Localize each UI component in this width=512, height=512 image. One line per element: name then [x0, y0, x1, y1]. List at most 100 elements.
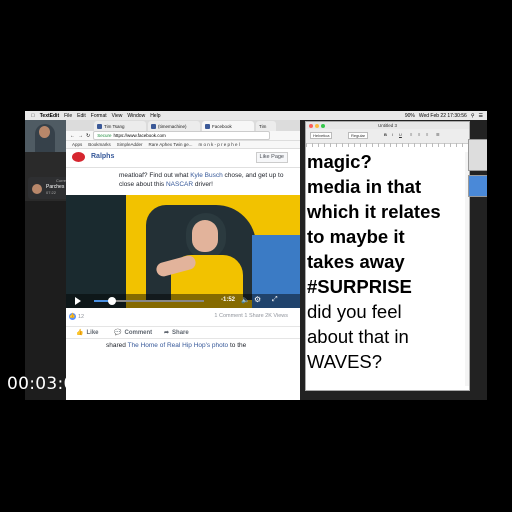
shared-photo-link[interactable]: The Home of Real Hip Hop's photo	[128, 342, 229, 349]
align-right-icon[interactable]: ≡	[426, 132, 428, 137]
apple-icon[interactable]: 	[31, 113, 35, 119]
text-line: magic?	[307, 151, 372, 172]
underline-icon[interactable]: U	[399, 132, 402, 137]
caller-face	[39, 126, 50, 138]
back-icon[interactable]: ←	[70, 133, 75, 139]
facebook-icon	[151, 123, 156, 129]
close-icon[interactable]	[309, 124, 313, 128]
left-dark-panel	[25, 201, 66, 400]
caller-avatar	[32, 184, 42, 194]
align-left-icon[interactable]: ≡	[410, 132, 412, 137]
post-stats: 1 Comment 1 Share 2K Views	[214, 313, 288, 319]
play-icon[interactable]	[75, 297, 81, 305]
share-count[interactable]: 1 Share	[244, 313, 263, 319]
kyle-busch-link[interactable]: Kyle Busch	[190, 172, 223, 179]
facebook-page: Ralphs Like Page meatloaf? Find out what…	[66, 149, 300, 400]
clock-label[interactable]: Wed Feb 22 17:30:56	[419, 113, 467, 119]
forward-icon[interactable]: →	[78, 133, 83, 139]
url-field[interactable]: Secure https://www.facebook.com	[93, 131, 270, 140]
comment-count[interactable]: 1 Comment	[214, 313, 242, 319]
post-text: meatloaf? Find out what Kyle Busch chose…	[119, 172, 284, 188]
reactions-row: 👍 12 1 Comment 1 Share 2K Views	[66, 312, 300, 321]
list-icon[interactable]: ☰	[436, 132, 440, 137]
textedit-ruler[interactable]	[306, 143, 469, 147]
url-text: https://www.facebook.com	[113, 133, 166, 138]
chrome-browser-window: Tim Tsang (timemachine) Facebook Tim ← →…	[66, 120, 300, 400]
browser-tab-strip: Tim Tsang (timemachine) Facebook Tim	[66, 120, 300, 131]
page-name[interactable]: Ralphs	[91, 153, 114, 160]
mac-menubar:  TextEdit File Edit Format View Window …	[25, 111, 487, 120]
like-button[interactable]: 👍 Like	[76, 329, 99, 337]
bookmark-simpleadder[interactable]: SimpleAdder	[117, 142, 143, 147]
video-progress-knob[interactable]	[107, 297, 116, 305]
desktop-screen:  TextEdit File Edit Format View Window …	[25, 111, 487, 400]
side-window-thumbnail[interactable]	[468, 139, 487, 171]
text-line: media in that	[307, 176, 422, 197]
share-button[interactable]: ➦ Share	[164, 329, 189, 337]
post-actions: 👍 Like 💬 Comment ➦ Share	[66, 326, 300, 339]
video-progress-bar[interactable]	[94, 297, 204, 305]
menu-view[interactable]: View	[112, 113, 123, 119]
video-timecode: 00:03:02;24	[7, 374, 115, 394]
menubar-status: 90% Wed Feb 22 17:30:56 ⚲ ☰	[405, 111, 483, 120]
bookmarks-bar: Apps Bookmarks SimpleAdder Rare Aphex Tw…	[66, 141, 300, 149]
driver-face	[192, 220, 218, 252]
bookmark-aphex-twin[interactable]: Rare Aphex Twin ge...	[149, 142, 193, 147]
bold-icon[interactable]: B	[384, 132, 387, 137]
menu-window[interactable]: Window	[127, 113, 145, 119]
post-video[interactable]: -1:52 🔈 ⚙ ⤢	[66, 195, 300, 308]
tab-facebook[interactable]: Facebook	[202, 121, 254, 131]
fullscreen-icon[interactable]: ⤢	[272, 296, 278, 304]
page-header: Ralphs Like Page	[66, 149, 300, 168]
facebook-icon	[97, 123, 102, 129]
text-line: takes away	[307, 251, 405, 272]
menu-help[interactable]: Help	[150, 113, 160, 119]
video-controls: -1:52 🔈 ⚙ ⤢	[66, 294, 300, 308]
tab-tim[interactable]: Tim	[256, 121, 276, 131]
textedit-toolbar: Helvetica Regular B I U ≡ ≡ ≡ ☰	[306, 129, 469, 144]
nascar-link[interactable]: NASCAR	[166, 181, 193, 188]
comment-icon: 💬	[114, 330, 122, 336]
volume-icon[interactable]: 🔈	[241, 296, 250, 304]
battery-label[interactable]: 90%	[405, 113, 415, 119]
textedit-title: Untitled 3	[306, 122, 469, 129]
menu-list-icon[interactable]: ☰	[479, 113, 483, 119]
bookmark-apps[interactable]: Apps	[72, 142, 82, 147]
text-line: WAVES?	[307, 351, 383, 372]
text-line: which it relates	[307, 201, 441, 222]
like-page-button[interactable]: Like Page	[255, 152, 288, 163]
comment-button[interactable]: 💬 Comment	[114, 329, 152, 337]
zoom-icon[interactable]	[321, 124, 325, 128]
secure-label: Secure	[97, 133, 112, 138]
bookmark-bookmarks[interactable]: Bookmarks	[88, 142, 111, 147]
align-center-icon[interactable]: ≡	[418, 132, 420, 137]
call-duration: 07:22	[46, 190, 57, 195]
text-line: #SURPRISE	[307, 276, 412, 297]
facebook-icon	[205, 123, 210, 129]
font-family-select[interactable]: Helvetica	[310, 132, 333, 139]
textedit-document[interactable]: magic? media in that which it relates to…	[307, 149, 467, 374]
tab-timemachine[interactable]: (timemachine)	[148, 121, 200, 131]
textedit-window: Untitled 3 Helvetica Regular B I U ≡ ≡ ≡…	[305, 121, 470, 391]
side-window-thumbnail-2[interactable]	[468, 175, 487, 197]
menubar-app-name[interactable]: TextEdit	[40, 113, 59, 119]
view-count: 2K Views	[265, 313, 288, 319]
reload-icon[interactable]: ↻	[86, 133, 90, 139]
feed-left-blank	[66, 341, 104, 361]
font-style-select[interactable]: Regular	[348, 132, 369, 139]
menu-format[interactable]: Format	[91, 113, 107, 119]
tab-tim-tsang[interactable]: Tim Tsang	[94, 121, 146, 131]
text-line: to maybe it	[307, 226, 405, 247]
italic-icon[interactable]: I	[392, 132, 393, 137]
minimize-icon[interactable]	[315, 124, 319, 128]
bookmark-monk-prephel[interactable]: m o n k - p r e p h e l	[199, 142, 240, 147]
ralphs-logo[interactable]	[72, 152, 85, 162]
settings-icon[interactable]: ⚙	[254, 295, 261, 304]
video-time: -1:52	[221, 297, 236, 303]
like-count[interactable]: 👍 12	[69, 313, 84, 320]
shared-post-text: shared The Home of Real Hip Hop's photo …	[106, 342, 247, 349]
thumbs-up-icon: 👍	[76, 330, 84, 336]
menu-file[interactable]: File	[64, 113, 72, 119]
spotlight-icon[interactable]: ⚲	[471, 113, 475, 119]
menu-edit[interactable]: Edit	[77, 113, 86, 119]
